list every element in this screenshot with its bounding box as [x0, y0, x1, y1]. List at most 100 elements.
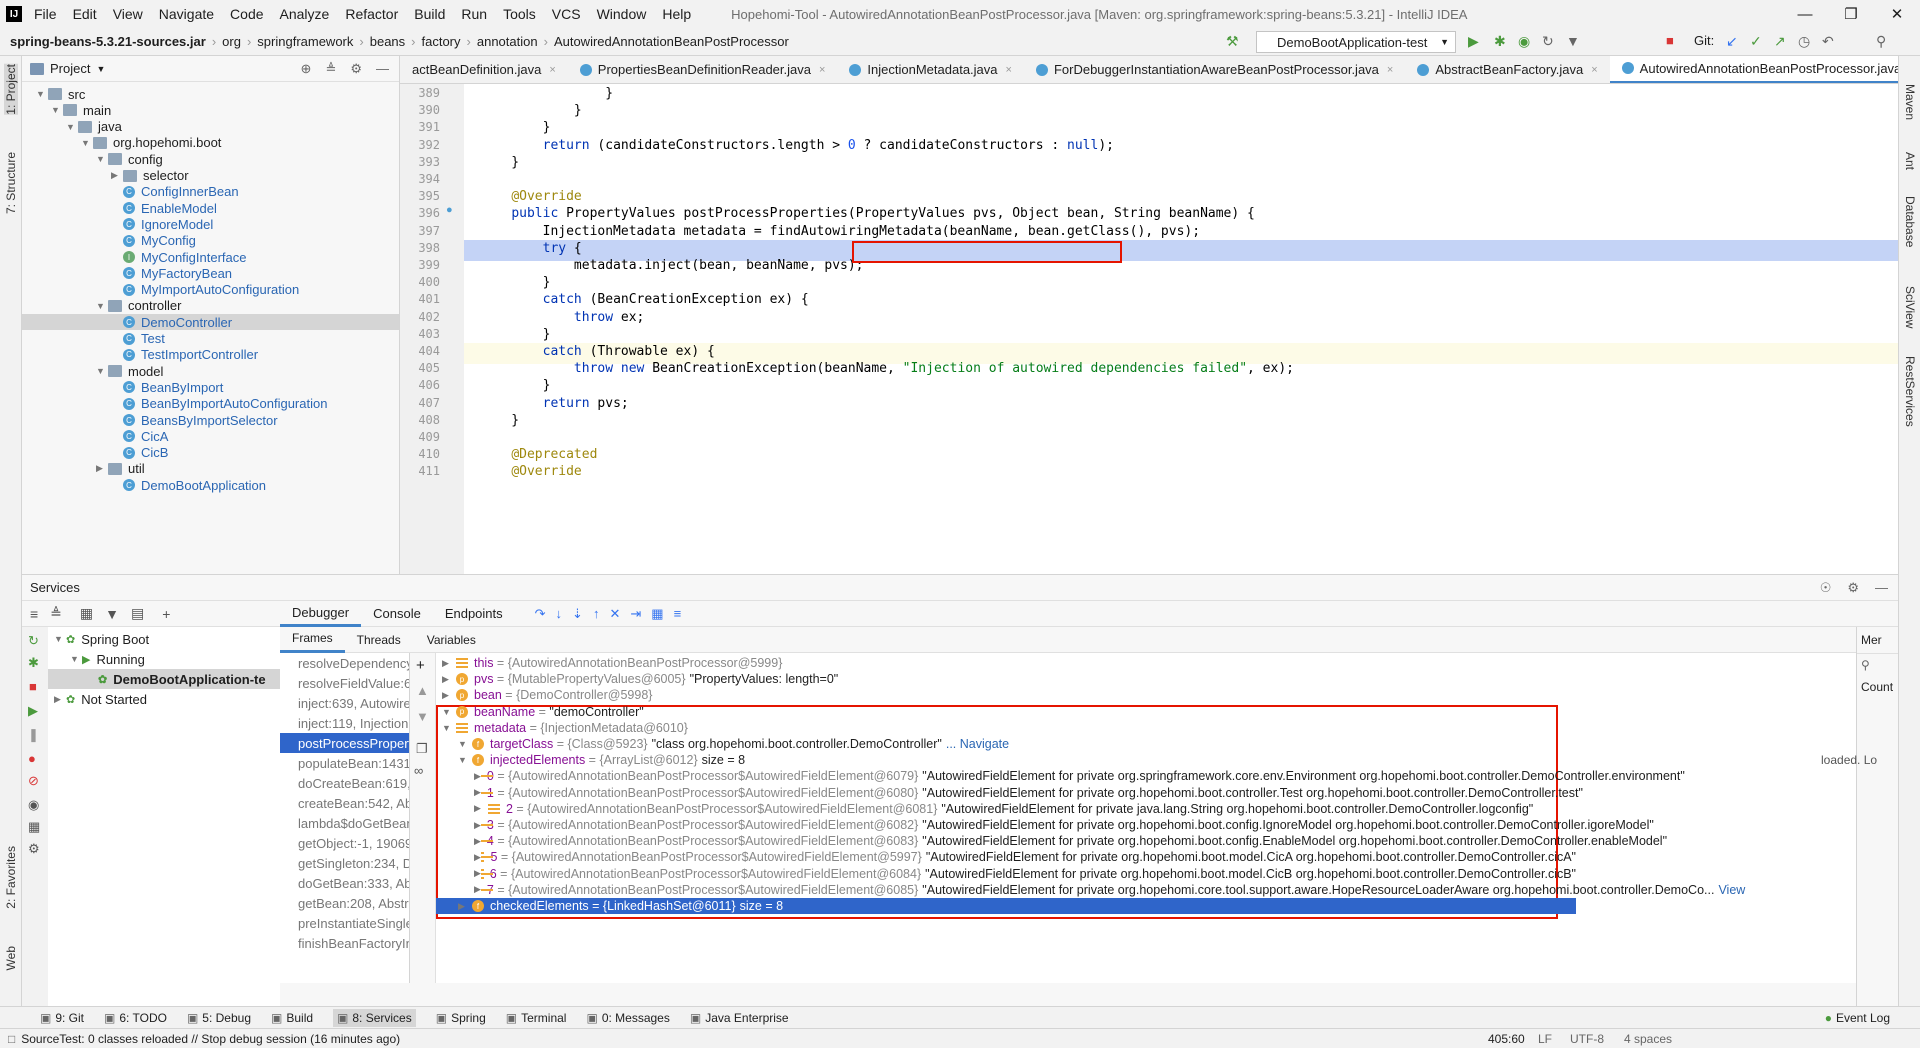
maven-tool-button[interactable]: Maven	[1903, 84, 1917, 120]
chevron-right-icon[interactable]: ▶	[442, 674, 456, 685]
breadcrumb-item[interactable]: beans	[370, 34, 405, 49]
collapse-all-icon[interactable]: ≜	[50, 605, 62, 622]
menu-item-file[interactable]: File	[34, 6, 57, 22]
ant-tool-button[interactable]: Ant	[1903, 152, 1917, 170]
stop-icon[interactable]: ■	[1666, 33, 1674, 48]
menu-item-view[interactable]: View	[113, 6, 143, 22]
git-commit-icon[interactable]: ✓	[1750, 33, 1762, 50]
database-tool-button[interactable]: Database	[1903, 196, 1917, 247]
threads-tab[interactable]: Threads	[345, 633, 413, 647]
chevron-down-icon[interactable]: ▼	[54, 634, 66, 644]
variable-row[interactable]: ▶ this = {AutowiredAnnotationBeanPostProc…	[436, 655, 1576, 671]
variable-row[interactable]: ▶ 4 = {AutowiredAnnotationBeanPostProcess…	[436, 833, 1667, 849]
stack-frame[interactable]: getSingleton:234, De	[280, 853, 409, 873]
menu-item-analyze[interactable]: Analyze	[280, 6, 330, 22]
tree-class-item[interactable]: C EnableModel	[111, 200, 217, 216]
caret-position[interactable]: 405:60	[1488, 1032, 1525, 1046]
attach-icon[interactable]: ▼	[1566, 33, 1580, 49]
tree-folder[interactable]: ▼ src	[36, 86, 85, 102]
open-in-tab-icon[interactable]: ▤	[131, 605, 144, 622]
memory-tab[interactable]: Mer	[1857, 627, 1898, 654]
step-into-icon[interactable]: ↓	[556, 606, 563, 621]
tree-folder[interactable]: ▼ config	[96, 151, 163, 167]
run-configuration-select[interactable]: DemoBootApplication-test ▼	[1256, 31, 1456, 53]
service-tree-item[interactable]: ✿ DemoBootApplication-te	[48, 669, 280, 689]
stack-frame[interactable]: lambda$doGetBean	[280, 813, 409, 833]
debugger-tab-debugger[interactable]: Debugger	[280, 601, 362, 627]
project-tool-button[interactable]: 1: Project	[4, 64, 18, 115]
rollback-icon[interactable]: ↶	[1822, 33, 1834, 50]
breakpoints-icon[interactable]: ●	[28, 751, 36, 766]
chevron-down-icon[interactable]: ▼	[96, 301, 108, 311]
chevron-down-icon[interactable]: ▼	[96, 366, 108, 376]
web-tool-button[interactable]: Web	[4, 946, 18, 970]
variable-row[interactable]: ▶ 6 = {AutowiredAnnotationBeanPostProcess…	[436, 866, 1576, 882]
stack-frame[interactable]: populateBean:1431,	[280, 753, 409, 773]
chevron-down-icon[interactable]: ▼	[51, 105, 63, 115]
locate-icon[interactable]: ⊕	[301, 61, 312, 77]
build-hammer-icon[interactable]: ⚒	[1226, 33, 1239, 50]
editor-tab[interactable]: AutowiredAnnotationBeanPostProcessor.jav…	[1609, 56, 1898, 83]
tool-window-button[interactable]: ▣ Java Enterprise	[690, 1011, 789, 1025]
restore-icon[interactable]: ❐	[1828, 0, 1874, 28]
service-tree-item[interactable]: ▶ ✿ Not Started	[54, 689, 147, 709]
chevron-right-icon[interactable]: ▶	[96, 463, 108, 474]
tree-folder[interactable]: ▼ main	[51, 102, 111, 118]
tree-folder[interactable]: ▶ util	[96, 461, 145, 477]
tool-window-button[interactable]: ▣ Terminal	[506, 1011, 567, 1025]
chevron-right-icon[interactable]: ▼	[458, 755, 472, 765]
stack-frame[interactable]: doGetBean:333, Abs	[280, 873, 409, 893]
stack-frame[interactable]: resolveDependency:	[280, 653, 409, 673]
debug-icon[interactable]: ✱	[28, 655, 39, 671]
tool-window-button[interactable]: ▣ Build	[271, 1011, 313, 1025]
breadcrumb-item[interactable]: spring-beans-5.3.21-sources.jar	[10, 34, 206, 49]
tree-folder[interactable]: ▼ controller	[96, 298, 181, 314]
git-push-icon[interactable]: ↗	[1774, 33, 1786, 50]
run-to-cursor-icon[interactable]: ⇥	[630, 606, 641, 622]
chevron-right-icon[interactable]: ▶	[474, 868, 481, 879]
menu-item-help[interactable]: Help	[662, 6, 691, 22]
stack-frame[interactable]: inject:119, Injection	[280, 713, 409, 733]
tool-window-button[interactable]: ▣ 9: Git	[40, 1011, 84, 1025]
expand-all-icon[interactable]: ≡	[30, 606, 38, 622]
glasses-icon[interactable]: ∞	[414, 763, 423, 778]
structure-tool-button[interactable]: 7: Structure	[4, 152, 18, 214]
stack-frame[interactable]: finishBeanFactoryIni	[280, 933, 409, 953]
tree-class-item[interactable]: C MyImportAutoConfiguration	[111, 282, 299, 298]
variable-row[interactable]: ▼ f targetClass = {Class@5923} "class org.h…	[436, 736, 1576, 752]
close-icon[interactable]: ✕	[1874, 0, 1920, 28]
variable-row[interactable]: ▶ 1 = {AutowiredAnnotationBeanPostProcess…	[436, 785, 1583, 801]
menu-item-window[interactable]: Window	[597, 6, 647, 22]
breadcrumb-item[interactable]: AutowiredAnnotationBeanPostProcessor	[554, 34, 789, 49]
resume-icon[interactable]: ▶	[28, 703, 38, 719]
chevron-right-icon[interactable]: ▶	[458, 901, 472, 912]
tree-class-item[interactable]: C MyFactoryBean	[111, 265, 232, 281]
stack-frame[interactable]: inject:639, Autowire	[280, 693, 409, 713]
chevron-down-icon[interactable]: ▶	[54, 694, 66, 705]
tree-class-item[interactable]: C TestImportController	[111, 347, 258, 363]
debug-icon[interactable]: ✱	[1494, 33, 1506, 50]
add-icon[interactable]: +	[162, 606, 170, 622]
gear-icon[interactable]: ⚙	[1847, 580, 1859, 596]
tree-class-item[interactable]: C BeanByImport	[111, 379, 223, 395]
frames-tab[interactable]: Frames	[280, 627, 345, 653]
chevron-right-icon[interactable]: ▶	[474, 852, 481, 863]
variable-row[interactable]: ▶ 2 = {AutowiredAnnotationBeanPostProcess…	[436, 801, 1576, 817]
chevron-right-icon[interactable]: ▶	[474, 884, 481, 895]
trace-icon[interactable]: ≡	[674, 606, 682, 621]
favorites-tool-button[interactable]: 2: Favorites	[4, 846, 18, 909]
filter-icon[interactable]: ▼	[105, 606, 119, 622]
layout-icon[interactable]: ▦	[28, 819, 40, 835]
collapse-all-icon[interactable]: ≜	[325, 61, 336, 77]
hide-icon[interactable]: —	[376, 61, 389, 76]
tool-window-button[interactable]: ▣ 0: Messages	[586, 1011, 669, 1025]
tree-class-item[interactable]: C DemoController	[22, 314, 399, 331]
tree-folder[interactable]: ▶ selector	[111, 168, 189, 184]
navigate-link[interactable]: View	[1718, 883, 1745, 897]
mute-breakpoints-icon[interactable]: ⊘	[28, 773, 39, 789]
stop-icon[interactable]: ■	[29, 679, 37, 694]
profile-icon[interactable]: ↻	[1542, 33, 1554, 50]
git-update-icon[interactable]: ↙	[1726, 33, 1738, 50]
variable-row[interactable]: ▶ f checkedElements = {LinkedHashSet@6011}…	[436, 898, 1576, 914]
variable-row[interactable]: ▶ p pvs = {MutablePropertyValues@6005} "Pro…	[436, 671, 1576, 687]
